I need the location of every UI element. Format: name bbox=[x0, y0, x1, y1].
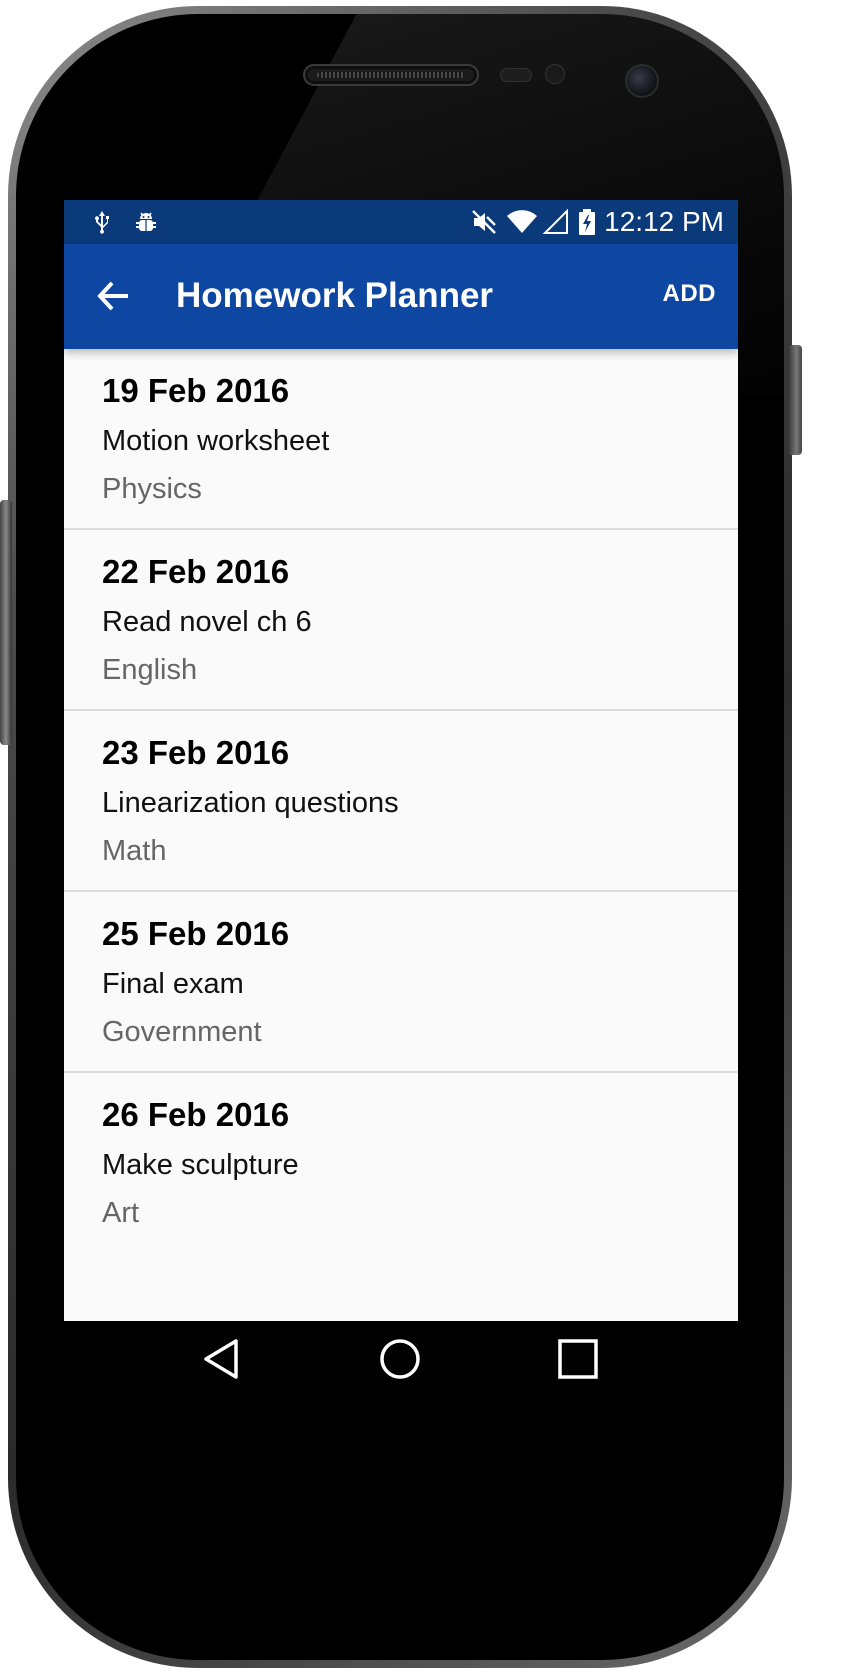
front-camera bbox=[625, 64, 659, 98]
item-task: Make sculpture bbox=[102, 1149, 299, 1181]
app-bar: Homework Planner ADD bbox=[64, 244, 738, 349]
list-item[interactable]: 23 Feb 2016 Linearization questions Math bbox=[64, 711, 738, 892]
item-task: Read novel ch 6 bbox=[102, 606, 312, 638]
status-right-icons: 12:12 PM bbox=[470, 206, 724, 238]
speaker-grille bbox=[317, 72, 465, 78]
proximity-sensor bbox=[500, 68, 532, 82]
item-date: 23 Feb 2016 bbox=[102, 734, 290, 771]
battery-charging-icon bbox=[578, 208, 596, 236]
android-debug-icon bbox=[132, 208, 160, 236]
list-item[interactable]: 25 Feb 2016 Final exam Government bbox=[64, 892, 738, 1073]
page-title: Homework Planner bbox=[176, 276, 494, 315]
item-task: Linearization questions bbox=[102, 787, 399, 819]
list-item[interactable]: 22 Feb 2016 Read novel ch 6 English bbox=[64, 530, 738, 711]
status-bar: 12:12 PM bbox=[64, 200, 738, 244]
screen: 12:12 PM Homework Planner ADD 19 Feb 201… bbox=[64, 200, 738, 1397]
item-subject: Art bbox=[102, 1197, 140, 1229]
homework-list: 19 Feb 2016 Motion worksheet Physics 22 … bbox=[64, 349, 738, 1254]
mute-icon bbox=[470, 208, 498, 236]
volume-button bbox=[0, 500, 12, 745]
power-button bbox=[788, 345, 802, 455]
item-date: 25 Feb 2016 bbox=[102, 915, 290, 952]
item-date: 22 Feb 2016 bbox=[102, 553, 290, 590]
usb-icon bbox=[88, 208, 116, 236]
signal-icon bbox=[542, 208, 570, 236]
arrow-back-icon[interactable] bbox=[94, 276, 134, 316]
earpiece-speaker bbox=[303, 64, 479, 86]
wifi-icon bbox=[506, 208, 538, 236]
back-triangle-icon[interactable] bbox=[200, 1337, 244, 1381]
item-subject: Math bbox=[102, 835, 167, 867]
list-item[interactable]: 19 Feb 2016 Motion worksheet Physics bbox=[64, 349, 738, 530]
item-subject: Government bbox=[102, 1016, 262, 1048]
navigation-bar bbox=[64, 1321, 738, 1397]
status-left-icons bbox=[88, 208, 160, 236]
item-subject: English bbox=[102, 654, 198, 686]
item-task: Final exam bbox=[102, 968, 244, 1000]
status-time: 12:12 PM bbox=[604, 206, 724, 237]
item-subject: Physics bbox=[102, 473, 202, 505]
home-circle-icon[interactable] bbox=[378, 1337, 422, 1381]
item-date: 26 Feb 2016 bbox=[102, 1096, 290, 1133]
item-task: Motion worksheet bbox=[102, 425, 330, 457]
add-button[interactable]: ADD bbox=[663, 280, 717, 308]
recents-square-icon[interactable] bbox=[556, 1337, 600, 1381]
item-date: 19 Feb 2016 bbox=[102, 372, 290, 409]
list-item[interactable]: 26 Feb 2016 Make sculpture Art bbox=[64, 1073, 738, 1254]
light-sensor bbox=[545, 64, 565, 84]
